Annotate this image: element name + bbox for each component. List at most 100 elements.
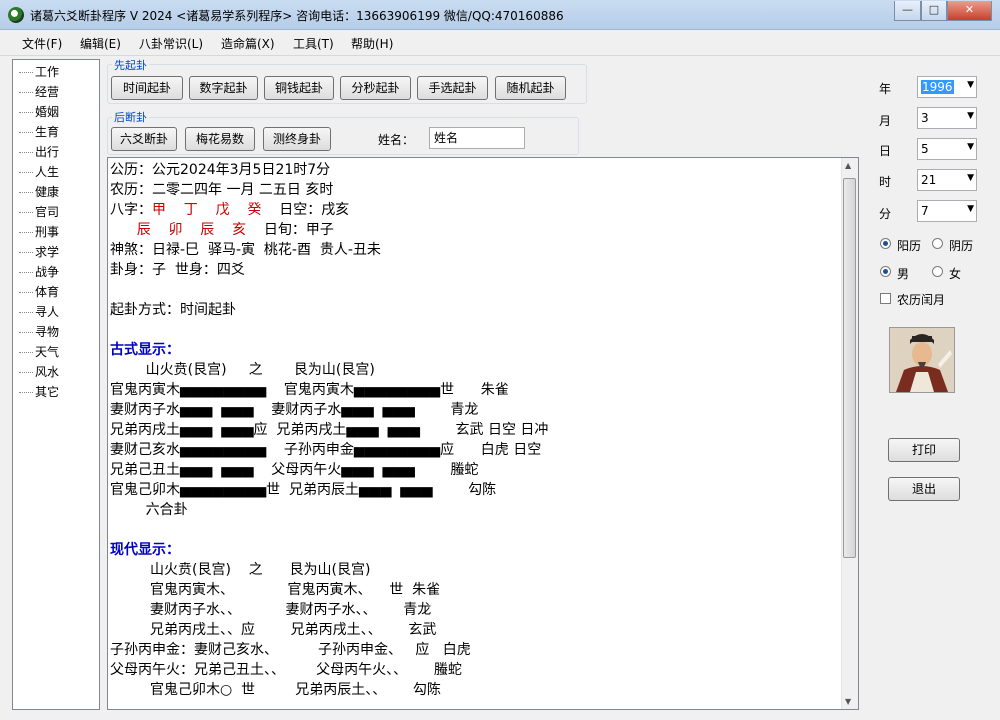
minimize-button[interactable]: — xyxy=(894,1,921,21)
hour-select[interactable]: 21 ▼ xyxy=(917,169,977,191)
lifetime-gua-button[interactable]: 测终身卦 xyxy=(263,127,331,151)
result-line: 古式显示： xyxy=(110,340,548,360)
result-text: 山火贲(艮宫) 之 艮为山(艮宫) xyxy=(110,362,375,378)
random-cast-button[interactable]: 随机起卦 xyxy=(495,76,566,100)
chevron-down-icon[interactable]: ▼ xyxy=(967,204,974,214)
manual-cast-button[interactable]: 手选起卦 xyxy=(417,76,488,100)
liuyao-interpret-button[interactable]: 六爻断卦 xyxy=(111,127,177,151)
coin-cast-button[interactable]: 铜钱起卦 xyxy=(264,76,334,100)
tree-item[interactable]: 寻人 xyxy=(19,303,59,320)
result-text: 妻财己亥水▅▅▅▅▅▅▅▅ 子孙丙申金▅▅▅▅▅▅▅▅应 白虎 日空 xyxy=(110,442,542,458)
result-text: 辰 卯 辰 亥 xyxy=(136,222,247,238)
result-line: 山火贲(艮宫) 之 艮为山(艮宫) xyxy=(110,360,548,380)
year-select[interactable]: 1996 ▼ xyxy=(917,76,977,98)
result-text: 妻财丙子水▅▅▅ ▅▅▅ 妻财丙子水▅▅▅ ▅▅▅ 青龙 xyxy=(110,402,479,418)
tree-item-label: 健康 xyxy=(35,185,60,199)
month-select[interactable]: 3 ▼ xyxy=(917,107,977,129)
result-text: 兄弟丙戌土▅▅▅ ▅▅▅应 兄弟丙戌土▅▅▅ ▅▅▅ 玄武 日空 日冲 xyxy=(110,422,549,438)
result-line: 妻财丙子水、、 妻财丙子水、、 青龙 xyxy=(110,600,548,620)
result-line: 妻财丙子水▅▅▅ ▅▅▅ 妻财丙子水▅▅▅ ▅▅▅ 青龙 xyxy=(110,400,548,420)
category-tree: 工作 经营 婚姻 生育 出行 人生 健康 官司 刑事 求学 战争 体育 寻人 寻… xyxy=(12,59,100,710)
close-button[interactable]: ✕ xyxy=(947,1,992,21)
lunar-radio[interactable] xyxy=(932,238,943,249)
female-label: 女 xyxy=(949,267,962,281)
zhuge-portrait-image xyxy=(889,327,955,393)
menu-zaoming[interactable]: 造命篇(X) xyxy=(221,35,275,52)
tree-item[interactable]: 求学 xyxy=(19,243,59,260)
chevron-down-icon[interactable]: ▼ xyxy=(967,142,974,152)
tree-item-label: 婚姻 xyxy=(35,105,60,119)
tree-item-label: 战争 xyxy=(35,265,60,279)
minute-value: 7 xyxy=(921,204,929,218)
result-line: 六合卦 xyxy=(110,500,548,520)
hour-label: 时 xyxy=(879,175,892,189)
result-text: 山火贲(艮宫) 之 艮为山(艮宫) xyxy=(110,562,371,578)
tree-item[interactable]: 风水 xyxy=(19,363,59,380)
result-text xyxy=(110,222,137,238)
result-line: 现代显示： xyxy=(110,540,548,560)
vertical-scrollbar[interactable]: ▲ ▼ xyxy=(841,158,858,709)
minute-select[interactable]: 7 ▼ xyxy=(917,200,977,222)
tree-item[interactable]: 婚姻 xyxy=(19,103,59,120)
solar-radio[interactable] xyxy=(880,238,891,249)
scroll-down-icon[interactable]: ▼ xyxy=(845,697,851,706)
result-text: 八字： xyxy=(110,202,152,218)
result-line: 官鬼己卯木▅▅▅▅▅▅▅▅世 兄弟丙辰土▅▅▅ ▅▅▅ 勾陈 xyxy=(110,480,548,500)
tree-item[interactable]: 工作 xyxy=(19,63,59,80)
leap-month-checkbox[interactable] xyxy=(880,293,891,304)
tree-item-label: 工作 xyxy=(35,65,60,79)
minute-second-cast-button[interactable]: 分秒起卦 xyxy=(340,76,411,100)
female-radio[interactable] xyxy=(932,266,943,277)
male-radio[interactable] xyxy=(880,266,891,277)
meihua-button[interactable]: 梅花易数 xyxy=(185,127,255,151)
chevron-down-icon[interactable]: ▼ xyxy=(967,173,974,183)
tree-item-label: 天气 xyxy=(35,345,60,359)
exit-button[interactable]: 退出 xyxy=(888,477,960,501)
tree-item[interactable]: 官司 xyxy=(19,203,59,220)
day-select[interactable]: 5 ▼ xyxy=(917,138,977,160)
result-text: 子孙丙申金：妻财己亥水、 子孙丙申金、 应 白虎 xyxy=(110,642,471,658)
chevron-down-icon[interactable]: ▼ xyxy=(967,111,974,121)
tree-item-label: 人生 xyxy=(35,165,60,179)
interpret-group-title: 后断卦 xyxy=(112,109,149,125)
tree-item[interactable]: 健康 xyxy=(19,183,59,200)
tree-item[interactable]: 出行 xyxy=(19,143,59,160)
tree-item[interactable]: 战争 xyxy=(19,263,59,280)
tree-item-label: 生育 xyxy=(35,125,60,139)
tree-item-label: 寻物 xyxy=(35,325,60,339)
menu-tools[interactable]: 工具(T) xyxy=(293,35,334,52)
tree-item-label: 经营 xyxy=(35,85,60,99)
hour-value: 21 xyxy=(921,173,937,187)
tree-item[interactable]: 人生 xyxy=(19,163,59,180)
result-line xyxy=(110,320,548,340)
result-text: 神煞：日禄-巳 驿马-寅 桃花-酉 贵人-丑未 xyxy=(110,242,381,258)
tree-item[interactable]: 生育 xyxy=(19,123,59,140)
result-line: 官鬼丙寅木、 官鬼丙寅木、 世 朱雀 xyxy=(110,580,548,600)
time-cast-button[interactable]: 时间起卦 xyxy=(111,76,183,100)
tree-item[interactable]: 经营 xyxy=(19,83,59,100)
scroll-up-icon[interactable]: ▲ xyxy=(845,161,851,170)
print-button[interactable]: 打印 xyxy=(888,438,960,462)
scroll-thumb[interactable] xyxy=(843,178,856,558)
tree-item-label: 其它 xyxy=(35,385,60,399)
month-label: 月 xyxy=(879,114,892,128)
name-input[interactable]: 姓名 xyxy=(429,127,525,149)
result-text: 官鬼丙寅木▅▅▅▅▅▅▅▅ 官鬼丙寅木▅▅▅▅▅▅▅▅世 朱雀 xyxy=(110,382,509,398)
menu-edit[interactable]: 编辑(E) xyxy=(80,35,121,52)
tree-item[interactable]: 寻物 xyxy=(19,323,59,340)
number-cast-button[interactable]: 数字起卦 xyxy=(189,76,258,100)
menu-file[interactable]: 文件(F) xyxy=(22,35,62,52)
tree-item[interactable]: 其它 xyxy=(19,383,59,400)
tree-item[interactable]: 天气 xyxy=(19,343,59,360)
result-line: 官鬼丙寅木▅▅▅▅▅▅▅▅ 官鬼丙寅木▅▅▅▅▅▅▅▅世 朱雀 xyxy=(110,380,548,400)
menu-help[interactable]: 帮助(H) xyxy=(351,35,393,52)
day-label: 日 xyxy=(879,144,892,158)
tree-item[interactable]: 刑事 xyxy=(19,223,59,240)
tree-item[interactable]: 体育 xyxy=(19,283,59,300)
chevron-down-icon[interactable]: ▼ xyxy=(967,80,974,90)
year-value: 1996 xyxy=(921,80,954,94)
result-line: 起卦方式：时间起卦 xyxy=(110,300,548,320)
menu-bagua[interactable]: 八卦常识(L) xyxy=(139,35,203,52)
maximize-button[interactable]: □ xyxy=(921,1,947,21)
result-text-area[interactable]: 公历：公元2024年3月5日21时7分 农历：二零二四年 一月 二五日 亥时 八字：… xyxy=(107,157,859,710)
